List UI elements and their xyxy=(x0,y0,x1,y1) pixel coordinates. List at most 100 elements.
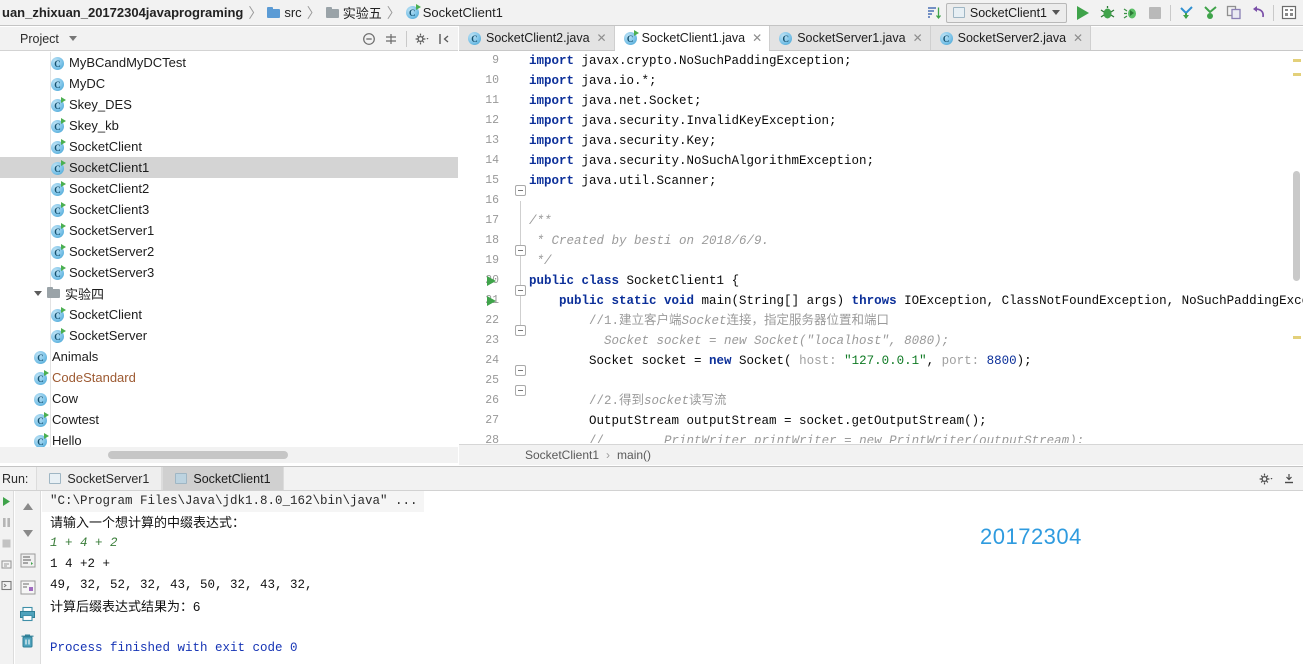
collapse-all-icon[interactable] xyxy=(359,29,379,49)
vcs-commit-icon[interactable] xyxy=(1198,1,1222,25)
editor-tab-socketserver1[interactable]: C SocketServer1.java ✕ xyxy=(770,26,931,50)
close-icon[interactable]: ✕ xyxy=(1073,31,1083,45)
tree-item--[interactable]: 实验四 xyxy=(0,283,458,304)
tree-item-skey-des[interactable]: C Skey_DES xyxy=(0,94,458,115)
stop-icon[interactable] xyxy=(1,537,13,549)
tree-item-socketserver2[interactable]: C SocketServer2 xyxy=(0,241,458,262)
hide-panel-icon[interactable] xyxy=(1279,469,1299,489)
rerun-icon[interactable] xyxy=(1,495,13,507)
tree-item-socketclient[interactable]: C SocketClient xyxy=(0,136,458,157)
java-class-icon: C xyxy=(51,76,64,92)
tree-item-cow[interactable]: C Cow xyxy=(0,388,458,409)
close-icon[interactable]: ✕ xyxy=(752,31,762,45)
tree-item-socketserver3[interactable]: C SocketServer3 xyxy=(0,262,458,283)
scrollbar-thumb[interactable] xyxy=(108,451,288,459)
fold-icon xyxy=(515,365,526,376)
scroll-down-icon[interactable] xyxy=(18,523,38,543)
tree-item-skey-kb[interactable]: C Skey_kb xyxy=(0,115,458,136)
breadcrumb-item[interactable]: src xyxy=(267,5,302,20)
code-text[interactable]: import javax.crypto.NoSuchPaddingExcepti… xyxy=(529,51,1303,443)
project-tree[interactable]: C MyBCandMyDCTest C MyDC C Skey_DES C Skey_kb C S… xyxy=(0,52,458,463)
editor-tab-socketclient2[interactable]: C SocketClient2.java ✕ xyxy=(459,26,615,50)
editor-tab-socketserver2[interactable]: C SocketServer2.java ✕ xyxy=(930,26,1092,50)
locate-icon[interactable] xyxy=(381,29,401,49)
tree-item-cowtest[interactable]: C Cowtest xyxy=(0,409,458,430)
soft-wrap-icon[interactable] xyxy=(18,550,38,570)
code-line: OutputStream outputStream = socket.getOu… xyxy=(529,414,987,428)
warning-marker[interactable] xyxy=(1293,59,1301,62)
chevron-down-icon[interactable] xyxy=(68,36,77,41)
code-folding-rail[interactable] xyxy=(515,51,529,443)
scroll-to-end-icon[interactable] xyxy=(18,577,38,597)
warning-marker[interactable] xyxy=(1293,73,1301,76)
editor-gutter[interactable]: 9101112131415161718192021222324252627282… xyxy=(459,51,505,443)
scroll-up-icon[interactable] xyxy=(18,496,38,516)
trace-icon[interactable] xyxy=(1,558,13,570)
editor-scrollbar[interactable] xyxy=(1293,171,1300,281)
java-class-run-icon: C xyxy=(34,370,49,386)
console-toolbar xyxy=(15,491,41,664)
tree-item-mybcandmydctest[interactable]: C MyBCandMyDCTest xyxy=(0,52,458,73)
java-class-run-icon: C xyxy=(34,433,49,449)
line-number: 28 xyxy=(485,434,499,443)
project-horizontal-scrollbar[interactable] xyxy=(0,447,458,463)
tree-item-socketserver[interactable]: C SocketServer xyxy=(0,325,458,346)
warning-marker[interactable] xyxy=(1293,336,1301,339)
breadcrumb: uan_zhixuan_20172304javaprograming 〉 src 〉 实… xyxy=(0,0,503,26)
vcs-diff-icon[interactable] xyxy=(1222,1,1246,25)
run-gutter-icon[interactable] xyxy=(487,296,496,306)
run-configuration-selector[interactable]: SocketClient1 xyxy=(945,2,1067,23)
idea-window: uan_zhixuan_20172304javaprograming 〉 src 〉 实… xyxy=(0,0,1303,664)
tree-item-label: SocketClient xyxy=(69,139,142,154)
pause-icon[interactable] xyxy=(1,516,13,528)
tree-item-mydc[interactable]: C MyDC xyxy=(0,73,458,94)
console-icon[interactable] xyxy=(1,579,13,591)
line-number: 13 xyxy=(485,134,499,147)
status-class[interactable]: SocketClient1 xyxy=(525,448,599,462)
tree-item-socketclient[interactable]: C SocketClient xyxy=(0,304,458,325)
breadcrumb-item[interactable]: 实验五 xyxy=(325,3,382,22)
tree-item-socketclient2[interactable]: C SocketClient2 xyxy=(0,178,458,199)
tree-item-label: SocketClient2 xyxy=(69,181,150,196)
debug-icon[interactable] xyxy=(1095,1,1119,25)
code-line: public class SocketClient1 { xyxy=(529,274,740,288)
tree-item-label: MyDC xyxy=(69,76,106,91)
code-editor[interactable]: 9101112131415161718192021222324252627282… xyxy=(459,51,1303,443)
chevron-down-icon[interactable] xyxy=(34,291,42,296)
undo-icon[interactable] xyxy=(1246,1,1270,25)
sort-icon[interactable] xyxy=(922,1,946,25)
breadcrumb-item[interactable]: uan_zhixuan_20172304javaprograming xyxy=(2,5,243,20)
settings-gear-icon[interactable] xyxy=(412,29,432,49)
run-tab-socketclient1[interactable]: SocketClient1 xyxy=(162,467,284,490)
vcs-update-icon[interactable] xyxy=(1174,1,1198,25)
java-class-run-icon: C xyxy=(51,202,66,218)
breadcrumb-item[interactable]: C SocketClient1 xyxy=(405,4,503,20)
tree-item-label: SocketServer3 xyxy=(69,265,155,280)
java-class-run-icon: C xyxy=(51,97,66,113)
tree-item-socketclient3[interactable]: C SocketClient3 xyxy=(0,199,458,220)
hide-panel-icon[interactable] xyxy=(434,29,454,49)
tree-item-label: Animals xyxy=(52,349,99,364)
console-output[interactable]: "C:\Program Files\Java\jdk1.8.0_162\bin\… xyxy=(42,491,1303,664)
trash-icon[interactable] xyxy=(18,631,38,651)
settings-gear-icon[interactable] xyxy=(1256,469,1276,489)
tree-item-animals[interactable]: C Animals xyxy=(0,346,458,367)
settings-icon[interactable] xyxy=(1277,1,1301,25)
run-tab-socketserver1[interactable]: SocketServer1 xyxy=(36,467,163,490)
code-line: import java.security.InvalidKeyException… xyxy=(529,114,837,128)
run-icon[interactable] xyxy=(1071,1,1095,25)
run-with-coverage-icon[interactable] xyxy=(1119,1,1143,25)
status-method[interactable]: main() xyxy=(617,448,651,462)
close-icon[interactable]: ✕ xyxy=(597,31,607,45)
console-line: 1 4 +2 + xyxy=(50,557,111,571)
tree-item-socketclient1[interactable]: C SocketClient1 xyxy=(0,157,458,178)
editor-tab-socketclient1[interactable]: C SocketClient1.java ✕ xyxy=(614,26,771,51)
run-gutter-icon[interactable] xyxy=(487,276,496,286)
tree-item-socketserver1[interactable]: C SocketServer1 xyxy=(0,220,458,241)
line-number: 27 xyxy=(485,414,499,427)
print-icon[interactable] xyxy=(18,604,38,624)
close-icon[interactable]: ✕ xyxy=(913,31,923,45)
tree-item-label: SocketClient1 xyxy=(69,160,150,175)
tree-item-codestandard[interactable]: C CodeStandard xyxy=(0,367,458,388)
